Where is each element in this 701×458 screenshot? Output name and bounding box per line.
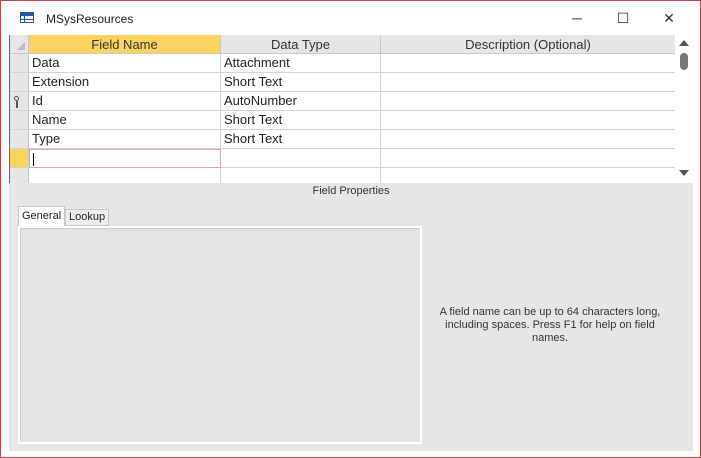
scroll-down-icon[interactable] [679,170,689,176]
description-cell[interactable] [381,92,676,111]
window-title: MSysResources [46,12,134,26]
field-properties-title: Field Properties [312,185,390,197]
data-type-cell[interactable]: Attachment [221,54,381,73]
data-type-cell[interactable]: AutoNumber [221,92,381,111]
row-selector[interactable] [10,168,29,183]
data-type-cell[interactable]: Short Text [221,73,381,92]
text-caret [33,153,34,166]
general-properties-panel [18,226,422,444]
row-selector[interactable] [10,111,29,130]
empty-cell[interactable] [29,168,221,183]
field-properties-pane: Field Properties General Lookup A field … [9,183,693,451]
field-name-cell[interactable]: Name [29,111,221,130]
field-help-text: A field name can be up to 64 characters … [439,306,661,344]
new-data-type-cell[interactable] [221,149,381,168]
table-row[interactable]: Extension Short Text [10,73,676,92]
scroll-up-icon[interactable] [679,40,689,46]
primary-key-icon [14,96,19,108]
description-cell[interactable] [381,111,676,130]
minimize-button[interactable]: ─ [554,4,600,32]
field-name-cell[interactable]: Id [29,92,221,111]
field-grid: Field Name Data Type Description (Option… [9,35,676,183]
new-description-cell[interactable] [381,149,676,168]
field-name-cell[interactable]: Extension [29,73,221,92]
title-bar[interactable]: MSysResources ─ ☐ ✕ [1,1,700,35]
select-all-corner[interactable] [10,35,29,54]
new-row[interactable] [10,149,676,168]
close-button[interactable]: ✕ [646,4,692,32]
table-row[interactable]: Type Short Text [10,130,676,149]
vertical-scrollbar[interactable] [675,35,692,183]
row-selector[interactable] [10,149,29,168]
description-cell[interactable] [381,73,676,92]
data-type-cell[interactable]: Short Text [221,130,381,149]
description-cell[interactable] [381,130,676,149]
table-icon [20,12,34,23]
table-row[interactable]: Name Short Text [10,111,676,130]
tab-lookup[interactable]: Lookup [65,209,109,226]
scroll-thumb[interactable] [680,53,688,70]
table-row[interactable]: Data Attachment [10,54,676,73]
column-header-data-type[interactable]: Data Type [221,35,381,54]
empty-cell[interactable] [381,168,676,183]
description-cell[interactable] [381,54,676,73]
tab-general[interactable]: General [18,206,65,226]
empty-cell[interactable] [221,168,381,183]
empty-row[interactable] [10,168,676,183]
maximize-button[interactable]: ☐ [600,4,646,32]
table-design-window: MSysResources ─ ☐ ✕ Field Name Data Type… [0,0,701,458]
field-name-cell[interactable]: Type [29,130,221,149]
row-selector[interactable] [10,73,29,92]
row-selector[interactable] [10,130,29,149]
column-header-description[interactable]: Description (Optional) [381,35,676,54]
table-row[interactable]: Id AutoNumber [10,92,676,111]
column-header-field-name[interactable]: Field Name [29,35,221,54]
data-type-cell[interactable]: Short Text [221,111,381,130]
row-selector[interactable] [10,54,29,73]
new-field-name-input[interactable] [29,149,221,168]
row-selector[interactable] [10,92,29,111]
field-name-cell[interactable]: Data [29,54,221,73]
